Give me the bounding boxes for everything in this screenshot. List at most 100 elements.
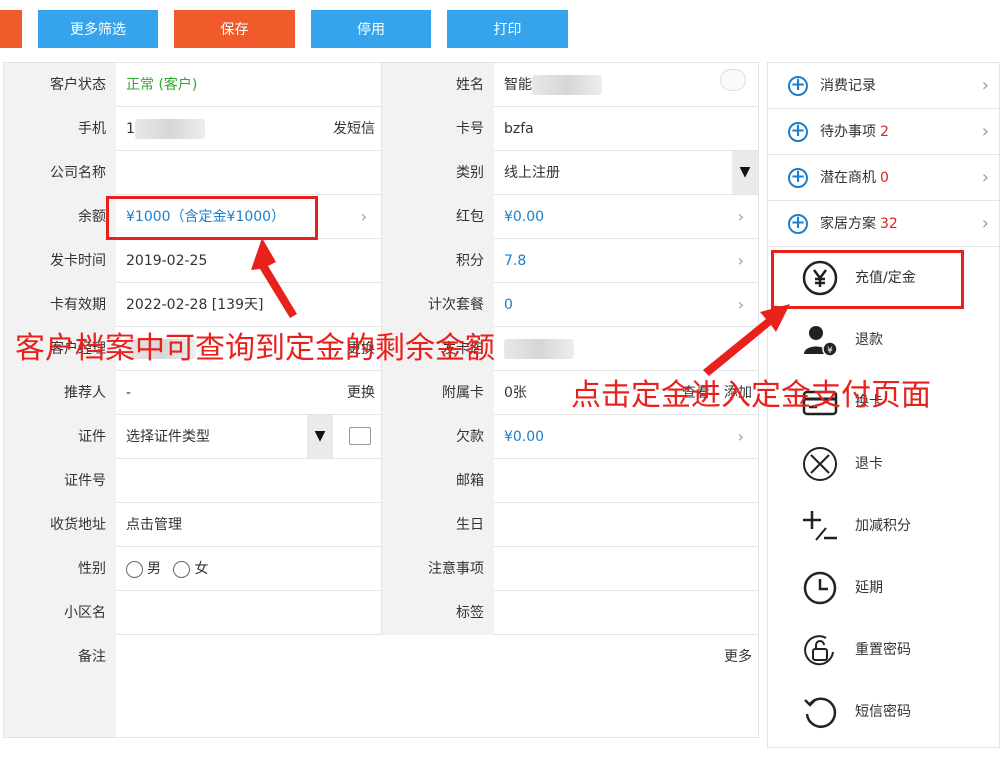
clock-icon xyxy=(803,571,837,605)
customer-status-value: 正常 (客户) xyxy=(116,63,382,107)
form-row: 发卡时间 2019-02-25 积分 7.8 › xyxy=(4,239,758,283)
category-select[interactable]: 线上注册 ▼ xyxy=(494,151,758,195)
caret-down-icon[interactable]: ▼ xyxy=(732,151,758,194)
user-refund-icon: ¥ xyxy=(804,326,838,357)
save-button[interactable]: 保存 xyxy=(174,10,295,48)
unlock-icon xyxy=(804,635,834,666)
points-field[interactable]: 7.8 › xyxy=(494,239,758,283)
email-input[interactable] xyxy=(494,459,758,503)
tags-input[interactable] xyxy=(494,591,758,635)
category-label: 类别 xyxy=(382,151,494,195)
phone-field[interactable]: 1 发短信 xyxy=(116,107,382,151)
recharge-highlight-box xyxy=(771,250,964,309)
link-label: 待办事项 2 xyxy=(820,124,889,140)
blurred-text xyxy=(134,119,205,139)
partial-orange-button[interactable] xyxy=(0,10,22,48)
more-filter-button[interactable]: 更多筛选 xyxy=(38,10,158,48)
birthday-input[interactable] xyxy=(494,503,758,547)
phone-label: 手机 xyxy=(4,107,116,151)
points-label: 积分 xyxy=(382,239,494,283)
birthday-label: 生日 xyxy=(382,503,494,547)
plus-circle-icon: + xyxy=(788,122,808,142)
card-no-value[interactable]: bzfa xyxy=(494,107,758,151)
form-row: 收货地址 点击管理 生日 xyxy=(4,503,758,547)
caret-down-icon[interactable]: ▼ xyxy=(307,415,333,458)
todo-link[interactable]: + 待办事项 2 › xyxy=(768,109,999,155)
chart-icon[interactable] xyxy=(349,427,371,445)
chevron-right-icon: › xyxy=(981,121,989,142)
red-packet-value: ¥0.00 xyxy=(504,209,545,225)
chevron-right-icon: › xyxy=(981,167,989,188)
id-type-select[interactable]: 选择证件类型 ▼ xyxy=(116,415,382,459)
expiry-value: 2022-02-28 [139天] xyxy=(116,283,382,327)
action-label: 延期 xyxy=(855,580,883,596)
female-radio[interactable] xyxy=(173,560,191,578)
debt-field[interactable]: ¥0.00 › xyxy=(494,415,758,459)
female-label: 女 xyxy=(194,561,209,577)
sms-password-button[interactable]: 短信密码 xyxy=(768,681,999,743)
chevron-right-icon: › xyxy=(981,75,989,96)
extend-button[interactable]: 延期 xyxy=(768,557,999,619)
annotation-left-text: 客户档案中可查询到定金的剩余金额 xyxy=(15,331,495,366)
id-no-input[interactable] xyxy=(116,459,382,503)
issue-date-value: 2019-02-25 xyxy=(116,239,382,283)
refund-button[interactable]: ¥ 退款 xyxy=(768,309,999,371)
expiry-label: 卡有效期 xyxy=(4,283,116,327)
annotation-right-text: 点击定金进入定金支付页面 xyxy=(571,378,931,413)
email-label: 邮箱 xyxy=(382,459,494,503)
adjust-points-button[interactable]: 加减积分 xyxy=(768,495,999,557)
return-card-button[interactable]: 退卡 xyxy=(768,433,999,495)
opportunity-count: 0 xyxy=(880,170,889,186)
x-circle-icon xyxy=(803,447,837,481)
action-label: 短信密码 xyxy=(855,704,911,720)
referrer-label: 推荐人 xyxy=(4,371,116,415)
company-field[interactable] xyxy=(116,151,382,195)
id-type-value: 选择证件类型 xyxy=(126,429,210,445)
opportunity-link[interactable]: + 潜在商机 0 › xyxy=(768,155,999,201)
remark-textarea[interactable]: 更多 xyxy=(116,635,758,737)
home-plan-link[interactable]: + 家居方案 32 › xyxy=(768,201,999,247)
debt-value: ¥0.00 xyxy=(504,429,545,445)
link-label: 消费记录 xyxy=(820,78,876,94)
id-no-label: 证件号 xyxy=(4,459,116,503)
chevron-right-icon: › xyxy=(737,427,744,446)
action-label: 退款 xyxy=(855,332,883,348)
plus-circle-icon: + xyxy=(788,168,808,188)
print-button[interactable]: 打印 xyxy=(447,10,568,48)
community-label: 小区名 xyxy=(4,591,116,635)
svg-text:¥: ¥ xyxy=(827,346,833,356)
consumption-record-link[interactable]: + 消费记录 › xyxy=(768,63,999,109)
action-label: 退卡 xyxy=(855,456,883,472)
male-radio[interactable] xyxy=(126,560,143,578)
gender-radios: 男 女 xyxy=(116,547,382,591)
blurred-text xyxy=(504,339,574,359)
send-sms-link[interactable]: 发短信 xyxy=(333,107,375,151)
change-referrer-link[interactable]: 更换 xyxy=(347,371,375,415)
chevron-right-icon: › xyxy=(737,207,744,226)
community-input[interactable] xyxy=(116,591,382,635)
notes-input[interactable] xyxy=(494,547,758,591)
package-field[interactable]: 0 › xyxy=(494,283,758,327)
package-label: 计次套餐 xyxy=(382,283,494,327)
chevron-right-icon: › xyxy=(737,295,744,314)
phone-value: 1 xyxy=(126,121,135,137)
referrer-field[interactable]: - 更换 xyxy=(116,371,382,415)
name-value: 智能 xyxy=(504,77,532,93)
name-label: 姓名 xyxy=(382,63,494,107)
balance-label: 余额 xyxy=(4,195,116,239)
sub-card-value: 0张 xyxy=(504,385,527,401)
address-manage-link[interactable]: 点击管理 xyxy=(116,503,382,547)
disable-button[interactable]: 停用 xyxy=(311,10,431,48)
form-row: 性别 男 女 注意事项 xyxy=(4,547,758,591)
form-row: 证件号 邮箱 xyxy=(4,459,758,503)
notes-label: 注意事项 xyxy=(382,547,494,591)
points-value: 7.8 xyxy=(504,253,527,269)
name-field[interactable]: 智能 xyxy=(494,63,758,107)
remark-label: 备注 xyxy=(4,635,116,737)
form-row: 证件 选择证件类型 ▼ 欠款 ¥0.00 › xyxy=(4,415,758,459)
more-link[interactable]: 更多 xyxy=(724,635,752,679)
gender-label: 性别 xyxy=(4,547,116,591)
reset-password-button[interactable]: 重置密码 xyxy=(768,619,999,681)
red-packet-field[interactable]: ¥0.00 › xyxy=(494,195,758,239)
referrer-value: - xyxy=(126,385,132,401)
